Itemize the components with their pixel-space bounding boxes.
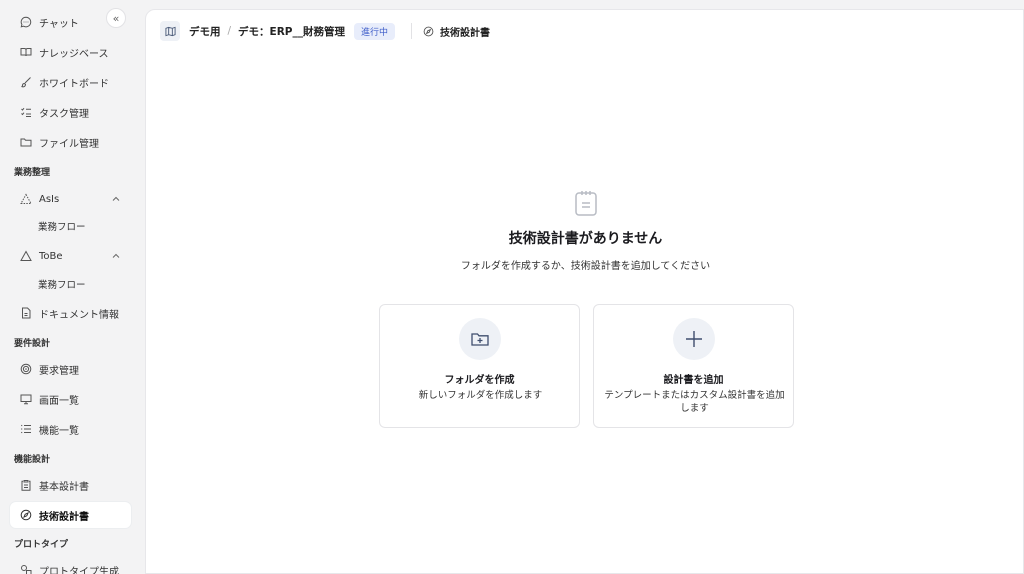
- sidebar-item-asis[interactable]: AsIs: [10, 186, 131, 212]
- status-badge: 進行中: [354, 22, 396, 40]
- sidebar-item-whiteboard[interactable]: ホワイトボード: [10, 69, 131, 95]
- compass-icon: [20, 509, 32, 521]
- sidebar-item-label: ドキュメント情報: [39, 309, 119, 321]
- dashed-triangle-icon: [20, 193, 32, 205]
- brush-icon: [20, 76, 32, 88]
- triangle-icon: [20, 250, 32, 262]
- compass-icon: [423, 26, 434, 36]
- page-title: 技術設計書: [440, 27, 491, 39]
- sidebar-item-label: AsIs: [39, 193, 60, 205]
- map-button[interactable]: [160, 21, 180, 41]
- book-icon: [20, 46, 32, 58]
- map-icon: [164, 26, 176, 36]
- create-folder-card[interactable]: フォルダを作成 新しいフォルダを作成します: [379, 304, 580, 428]
- card-icon-circle: [673, 318, 715, 360]
- chat-icon: [20, 16, 32, 28]
- card-description: テンプレートまたはカスタム設計書を追加します: [604, 390, 785, 414]
- sidebar-item-label: タスク管理: [39, 108, 89, 120]
- add-design-doc-card[interactable]: 設計書を追加 テンプレートまたはカスタム設計書を追加します: [593, 304, 794, 428]
- empty-document-icon: [575, 191, 597, 216]
- card-title: 設計書を追加: [663, 375, 724, 386]
- sidebar-item-label: チャット: [39, 18, 79, 30]
- target-icon: [20, 363, 32, 375]
- card-title: フォルダを作成: [444, 375, 515, 386]
- sidebar-item-prototype-generate[interactable]: プロトタイプ生成: [10, 557, 131, 574]
- sidebar-item-label: ホワイトボード: [39, 78, 109, 90]
- section-label-function-design: 機能設計: [14, 455, 51, 465]
- main-panel: デモ用 / デモ：ERP__財務管理 進行中 技術設計書 技術設計書がありません…: [145, 9, 1024, 574]
- sidebar-item-label: プロトタイプ生成: [39, 566, 119, 574]
- breadcrumb-root[interactable]: デモ用: [189, 24, 221, 39]
- sidebar-item-task-management[interactable]: タスク管理: [10, 99, 131, 125]
- breadcrumb-project[interactable]: デモ：ERP__財務管理: [238, 24, 345, 39]
- folder-plus-icon: [471, 333, 489, 346]
- document-icon: [20, 307, 32, 319]
- sidebar-item-label: 技術設計書: [39, 511, 89, 523]
- sidebar-item-basic-design[interactable]: 基本設計書: [10, 472, 131, 498]
- sidebar-item-feature-list[interactable]: 機能一覧: [10, 416, 131, 442]
- sidebar-item-label: 要求管理: [39, 365, 79, 377]
- empty-state-subtitle: フォルダを作成するか、技術設計書を追加してください: [460, 261, 711, 272]
- sidebar-item-label: ToBe: [39, 250, 63, 262]
- chevron-up-icon[interactable]: [111, 194, 121, 204]
- sidebar-item-label: 機能一覧: [39, 425, 79, 437]
- sidebar-subitem-asis-business-flow[interactable]: 業務フロー: [38, 216, 86, 236]
- plus-icon: [686, 331, 702, 347]
- sidebar-item-chat[interactable]: チャット: [10, 9, 131, 35]
- sidebar-item-requirements[interactable]: 要求管理: [10, 356, 131, 382]
- task-list-icon: [20, 106, 32, 118]
- clipboard-icon: [20, 479, 32, 491]
- sidebar-item-label: ナレッジベース: [39, 48, 109, 60]
- section-label-business: 業務整理: [14, 168, 51, 178]
- breadcrumb-separator: /: [227, 25, 232, 37]
- section-label-requirements: 要件設計: [14, 339, 51, 349]
- sidebar-item-file-management[interactable]: ファイル管理: [10, 129, 131, 155]
- divider: [411, 23, 413, 39]
- chevron-up-icon[interactable]: [111, 251, 121, 261]
- sidebar-item-tobe[interactable]: ToBe: [10, 243, 131, 269]
- top-bar: デモ用 / デモ：ERP__財務管理 進行中 技術設計書: [160, 20, 490, 42]
- sidebar-item-label: 基本設計書: [39, 481, 89, 493]
- empty-state-title: 技術設計書がありません: [508, 231, 663, 247]
- list-icon: [20, 423, 32, 435]
- sidebar-item-label: 画面一覧: [39, 395, 79, 407]
- sidebar-item-screen-list[interactable]: 画面一覧: [10, 386, 131, 412]
- sidebar-subitem-tobe-business-flow[interactable]: 業務フロー: [38, 274, 86, 294]
- shapes-icon: [20, 564, 32, 574]
- folder-icon: [20, 136, 32, 148]
- sidebar-item-document-info[interactable]: ドキュメント情報: [10, 300, 131, 326]
- card-description: 新しいフォルダを作成します: [418, 390, 543, 401]
- monitor-icon: [20, 393, 32, 405]
- sidebar-item-tech-design[interactable]: 技術設計書: [10, 502, 131, 528]
- card-icon-circle: [459, 318, 501, 360]
- section-label-prototype: プロトタイプ: [14, 540, 69, 550]
- sidebar: « チャット ナレッジベース ホワイトボード タスク管理 ファイル管理 業務整理: [0, 0, 144, 574]
- sidebar-item-knowledge-base[interactable]: ナレッジベース: [10, 39, 131, 65]
- sidebar-item-label: ファイル管理: [39, 138, 99, 150]
